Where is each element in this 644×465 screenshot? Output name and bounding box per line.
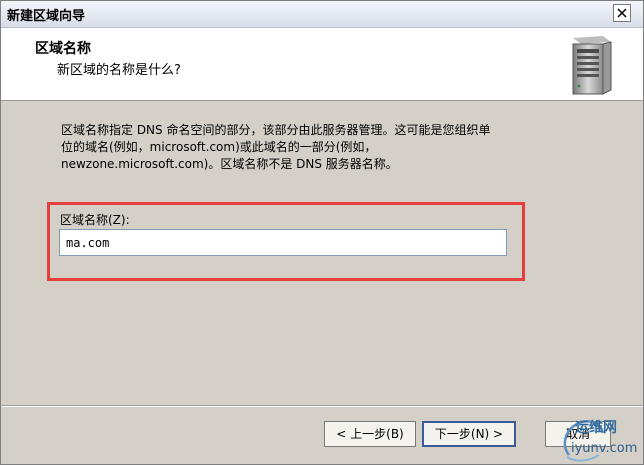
title-bar: 新建区域向导 <box>1 1 643 28</box>
close-button[interactable] <box>613 4 631 22</box>
footer-divider <box>1 405 643 407</box>
wizard-header: 区域名称 新区域的名称是什么? <box>1 28 643 101</box>
description-line: 位的域名(例如，microsoft.com)或此域名的一部分(例如， <box>61 140 377 154</box>
watermark: 运维网 iyunv.com <box>559 415 643 465</box>
watermark-url: iyunv.com <box>571 441 638 456</box>
back-button[interactable]: < 上一步(B) <box>324 421 416 447</box>
window-title: 新建区域向导 <box>7 9 86 24</box>
next-button[interactable]: 下一步(N) > <box>422 421 516 447</box>
page-subtitle: 新区域的名称是什么? <box>57 63 181 78</box>
wizard-window: 新建区域向导 区域名称 新区域的名称是什么? 区域名称指定 DNS 命名空间的部… <box>0 0 644 465</box>
page-title: 区域名称 <box>35 41 91 57</box>
watermark-text: 运维网 <box>575 420 617 436</box>
description-text: 区域名称指定 DNS 命名空间的部分，该部分由此服务器管理。这可能是您组织单 位… <box>61 122 621 173</box>
zone-name-input[interactable] <box>59 229 507 256</box>
server-icon <box>572 36 612 95</box>
close-icon <box>617 8 627 18</box>
description-line: 区域名称指定 DNS 命名空间的部分，该部分由此服务器管理。这可能是您组织单 <box>61 123 491 137</box>
description-line: newzone.microsoft.com)。区域名称不是 DNS 服务器名称。 <box>61 157 398 171</box>
zone-name-label: 区域名称(Z): <box>60 213 130 227</box>
